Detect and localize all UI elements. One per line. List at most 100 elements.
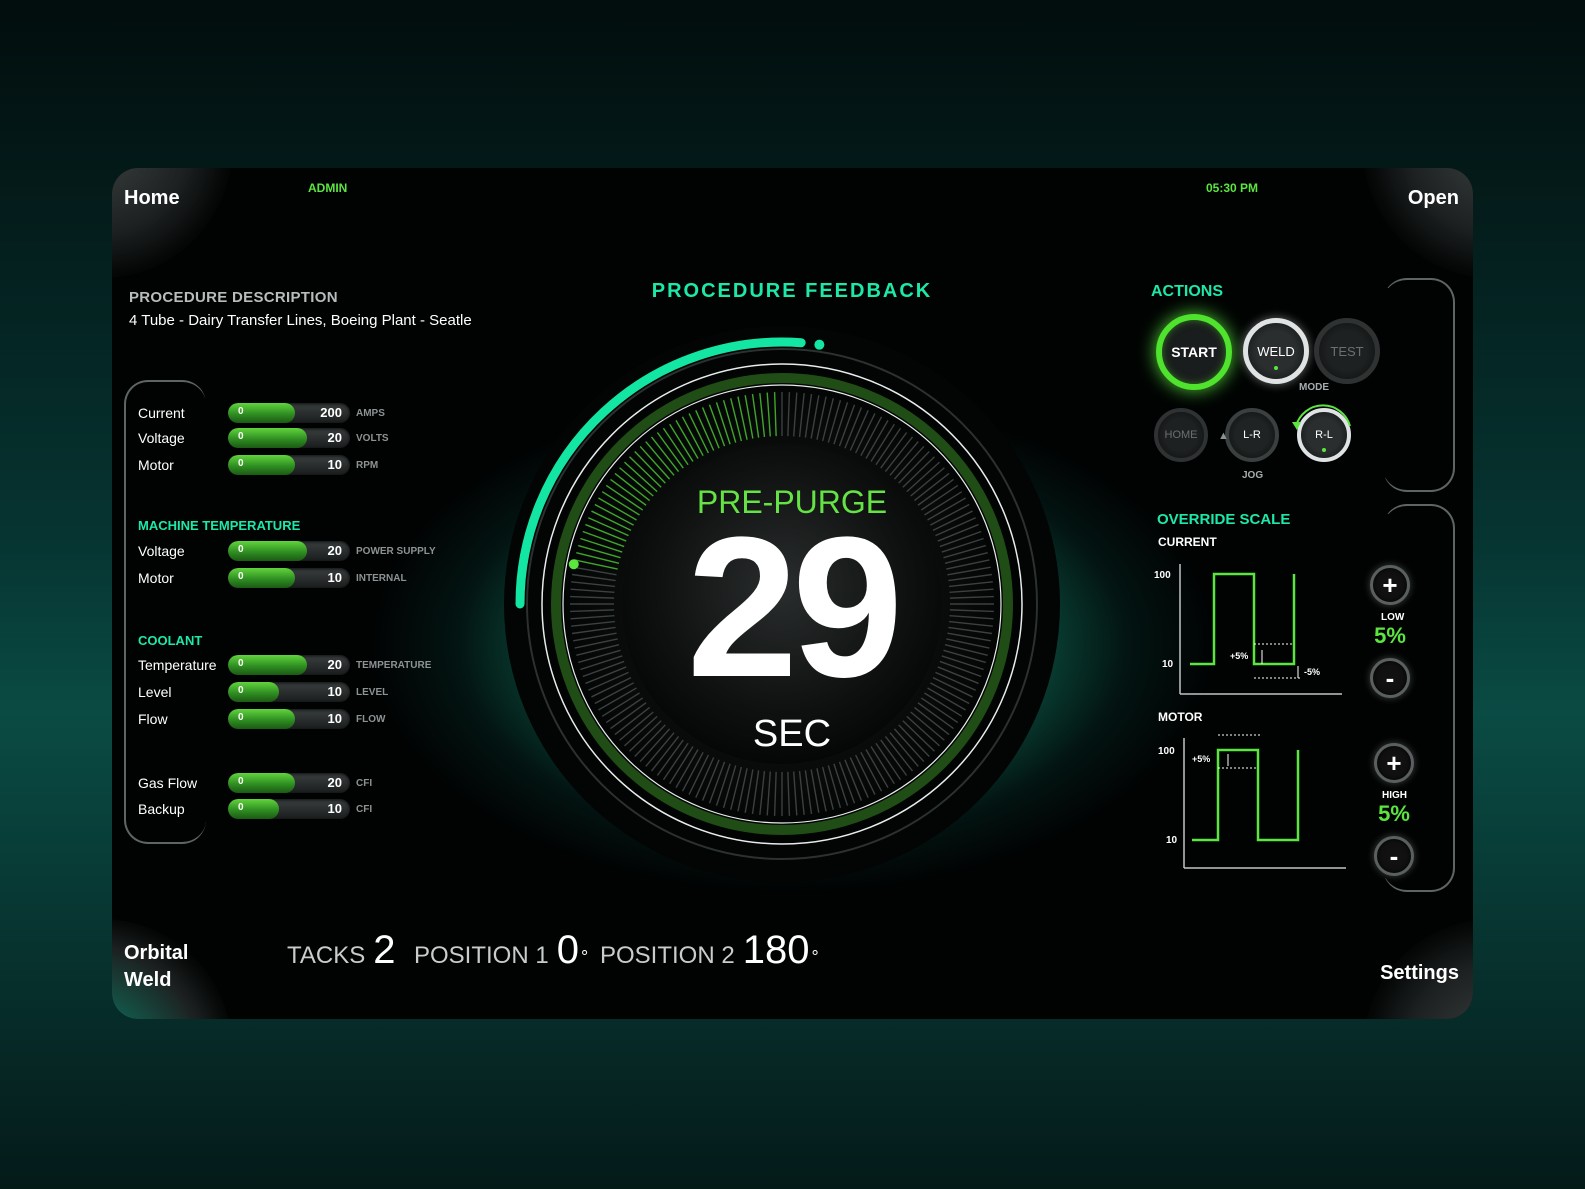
mt-voltage: Voltage 0 20 POWER SUPPLY bbox=[138, 540, 436, 562]
inner-progress-dot bbox=[568, 559, 579, 570]
override-heading: OVERRIDE SCALE bbox=[1157, 511, 1291, 528]
high-increase-button[interactable]: + bbox=[1374, 743, 1414, 783]
param-bar: 0 20 bbox=[228, 655, 350, 675]
param-label: Current bbox=[138, 405, 185, 421]
param-label: Temperature bbox=[138, 657, 217, 673]
weld-mode-button[interactable]: WELD bbox=[1243, 318, 1309, 384]
param-label: Flow bbox=[138, 711, 168, 727]
clock: 05:30 PM bbox=[1206, 181, 1259, 195]
tacks-value: 2 bbox=[373, 928, 396, 972]
param-current: Current 0 200 AMPS bbox=[138, 402, 385, 424]
param-bar: 0 10 bbox=[228, 799, 350, 819]
param-label: Voltage bbox=[138, 430, 185, 446]
param-label: Level bbox=[138, 684, 172, 700]
y-low-label: 10 bbox=[1162, 659, 1174, 670]
outer-progress-dot bbox=[814, 339, 825, 350]
procedure-heading: PROCEDURE DESCRIPTION bbox=[129, 289, 338, 306]
param-bar: 0 20 bbox=[228, 773, 350, 793]
jog-rl-arc-icon bbox=[1292, 404, 1351, 430]
weld-label: Weld bbox=[124, 969, 172, 991]
settings-button[interactable]: Settings bbox=[1380, 960, 1459, 987]
y-high-label: 100 bbox=[1154, 570, 1171, 581]
param-voltage: Voltage 0 20 VOLTS bbox=[138, 427, 389, 449]
jog-home-button[interactable]: HOME bbox=[1154, 408, 1208, 462]
control-panel: Home Open Orbital Weld Settings ADMIN 05… bbox=[112, 168, 1473, 1019]
tacks-stat: TACKS 2 bbox=[287, 928, 395, 973]
mode-label: MODE bbox=[1299, 382, 1329, 393]
motor-scale-chart: 100 10 +5% bbox=[1158, 734, 1346, 869]
low-value: 5% bbox=[1374, 623, 1406, 648]
position1-label: POSITION 1 bbox=[414, 942, 549, 969]
override-current-label: CURRENT bbox=[1158, 535, 1217, 549]
minus-label: -5% bbox=[1304, 667, 1320, 677]
low-increase-button[interactable]: + bbox=[1370, 565, 1410, 605]
open-button[interactable]: Open bbox=[1408, 185, 1459, 212]
position1-value: 0 bbox=[556, 928, 579, 972]
start-button[interactable]: START bbox=[1156, 314, 1232, 390]
param-label: Motor bbox=[138, 457, 174, 473]
high-decrease-button[interactable]: - bbox=[1374, 836, 1414, 876]
param-motor: Motor 0 10 RPM bbox=[138, 454, 378, 476]
coolant-flow: Flow 0 10 FLOW bbox=[138, 708, 385, 730]
jog-label: JOG bbox=[1242, 470, 1264, 481]
param-label: Backup bbox=[138, 801, 185, 817]
current-scale-chart: 100 10 +5% -5% bbox=[1154, 564, 1342, 695]
plus-label: +5% bbox=[1230, 651, 1248, 661]
y-low-label: 10 bbox=[1166, 835, 1178, 846]
param-bar: 0 20 bbox=[228, 541, 350, 561]
position2-label: POSITION 2 bbox=[600, 942, 735, 969]
param-unit: FLOW bbox=[356, 713, 386, 725]
param-unit: LEVEL bbox=[356, 686, 389, 698]
tacks-label: TACKS bbox=[287, 942, 366, 969]
param-unit: VOLTS bbox=[356, 432, 389, 444]
low-decrease-button[interactable]: - bbox=[1370, 658, 1410, 698]
orbital-label: Orbital bbox=[124, 942, 189, 964]
param-unit: CFI bbox=[356, 803, 373, 815]
countdown-unit: SEC bbox=[752, 713, 832, 755]
gas-backup: Backup 0 10 CFI bbox=[138, 798, 372, 820]
machine-temperature-heading: MACHINE TEMPERATURE bbox=[138, 518, 301, 533]
param-label: Gas Flow bbox=[138, 775, 198, 791]
degree-symbol: ° bbox=[580, 947, 589, 967]
user-role: ADMIN bbox=[308, 181, 348, 195]
coolant-level: Level 0 10 LEVEL bbox=[138, 681, 388, 703]
gas-flow: Gas Flow 0 20 CFI bbox=[138, 772, 372, 794]
y-high-label: 100 bbox=[1158, 746, 1175, 757]
param-bar: 0 10 bbox=[228, 568, 350, 588]
procedure-feedback-title: PROCEDURE FEEDBACK bbox=[651, 280, 933, 302]
param-bar: 0 20 bbox=[228, 428, 350, 448]
procedure-description: 4 Tube - Dairy Transfer Lines, Boeing Pl… bbox=[129, 312, 472, 329]
override-motor-label: MOTOR bbox=[1158, 710, 1203, 724]
rl-active-dot bbox=[1322, 448, 1326, 452]
position2-value: 180 bbox=[742, 928, 810, 972]
jog-lr-arrow-icon: ▲ bbox=[1218, 430, 1229, 442]
position1-stat: POSITION 1 0 ° bbox=[414, 928, 588, 973]
actions-heading: ACTIONS bbox=[1151, 283, 1223, 300]
param-unit: AMPS bbox=[356, 407, 385, 419]
param-unit: INTERNAL bbox=[356, 572, 407, 584]
param-label: Voltage bbox=[138, 543, 185, 559]
param-label: Motor bbox=[138, 570, 174, 586]
mt-motor: Motor 0 10 INTERNAL bbox=[138, 567, 407, 589]
param-unit: RPM bbox=[356, 459, 379, 471]
jog-left-right-button[interactable]: L-R bbox=[1225, 408, 1279, 462]
test-mode-button[interactable]: TEST bbox=[1314, 318, 1380, 384]
weld-active-dot bbox=[1274, 366, 1278, 370]
param-unit: TEMPERATURE bbox=[356, 659, 432, 671]
param-unit: CFI bbox=[356, 777, 373, 789]
param-bar: 0 200 bbox=[228, 403, 350, 423]
high-value: 5% bbox=[1378, 801, 1410, 826]
plus-label: +5% bbox=[1192, 754, 1210, 764]
param-bar: 0 10 bbox=[228, 709, 350, 729]
home-button[interactable]: Home bbox=[124, 185, 180, 212]
coolant-heading: COOLANT bbox=[138, 633, 203, 648]
orbital-weld-button[interactable]: Orbital Weld bbox=[124, 940, 188, 994]
param-bar: 0 10 bbox=[228, 682, 350, 702]
high-label: HIGH bbox=[1382, 790, 1407, 801]
degree-symbol: ° bbox=[811, 947, 819, 967]
position2-stat: POSITION 2 180 ° bbox=[600, 928, 819, 973]
low-label: LOW bbox=[1381, 612, 1405, 623]
weld-label: WELD bbox=[1257, 343, 1295, 359]
coolant-temperature: Temperature 0 20 TEMPERATURE bbox=[138, 654, 431, 676]
param-unit: POWER SUPPLY bbox=[356, 545, 436, 557]
